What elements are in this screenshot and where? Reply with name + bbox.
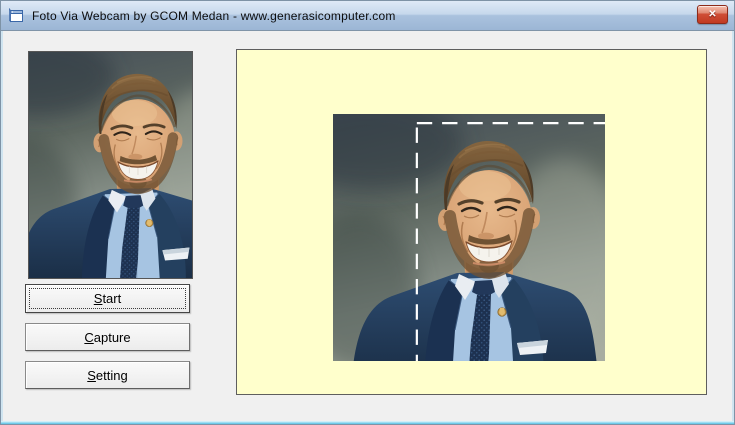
capture-button[interactable]: Capture	[25, 323, 190, 351]
close-button[interactable]: ✕	[697, 5, 728, 24]
webcam-photo	[333, 114, 605, 361]
start-button-label: Start	[26, 291, 189, 306]
close-icon: ✕	[708, 10, 716, 20]
vb-form-icon	[9, 8, 25, 24]
titlebar[interactable]: Foto Via Webcam by GCOM Medan - www.gene…	[1, 1, 734, 31]
preview-photo	[28, 51, 193, 279]
capture-button-label: Capture	[26, 330, 189, 345]
app-window: Foto Via Webcam by GCOM Medan - www.gene…	[0, 0, 735, 425]
window-border	[732, 31, 734, 421]
setting-button-label: Setting	[26, 368, 189, 383]
setting-button[interactable]: Setting	[25, 361, 190, 389]
selection-marquee[interactable]	[378, 122, 605, 361]
window-title: Foto Via Webcam by GCOM Medan - www.gene…	[32, 9, 396, 23]
start-button[interactable]: Start	[25, 284, 190, 313]
webcam-panel	[236, 49, 707, 395]
